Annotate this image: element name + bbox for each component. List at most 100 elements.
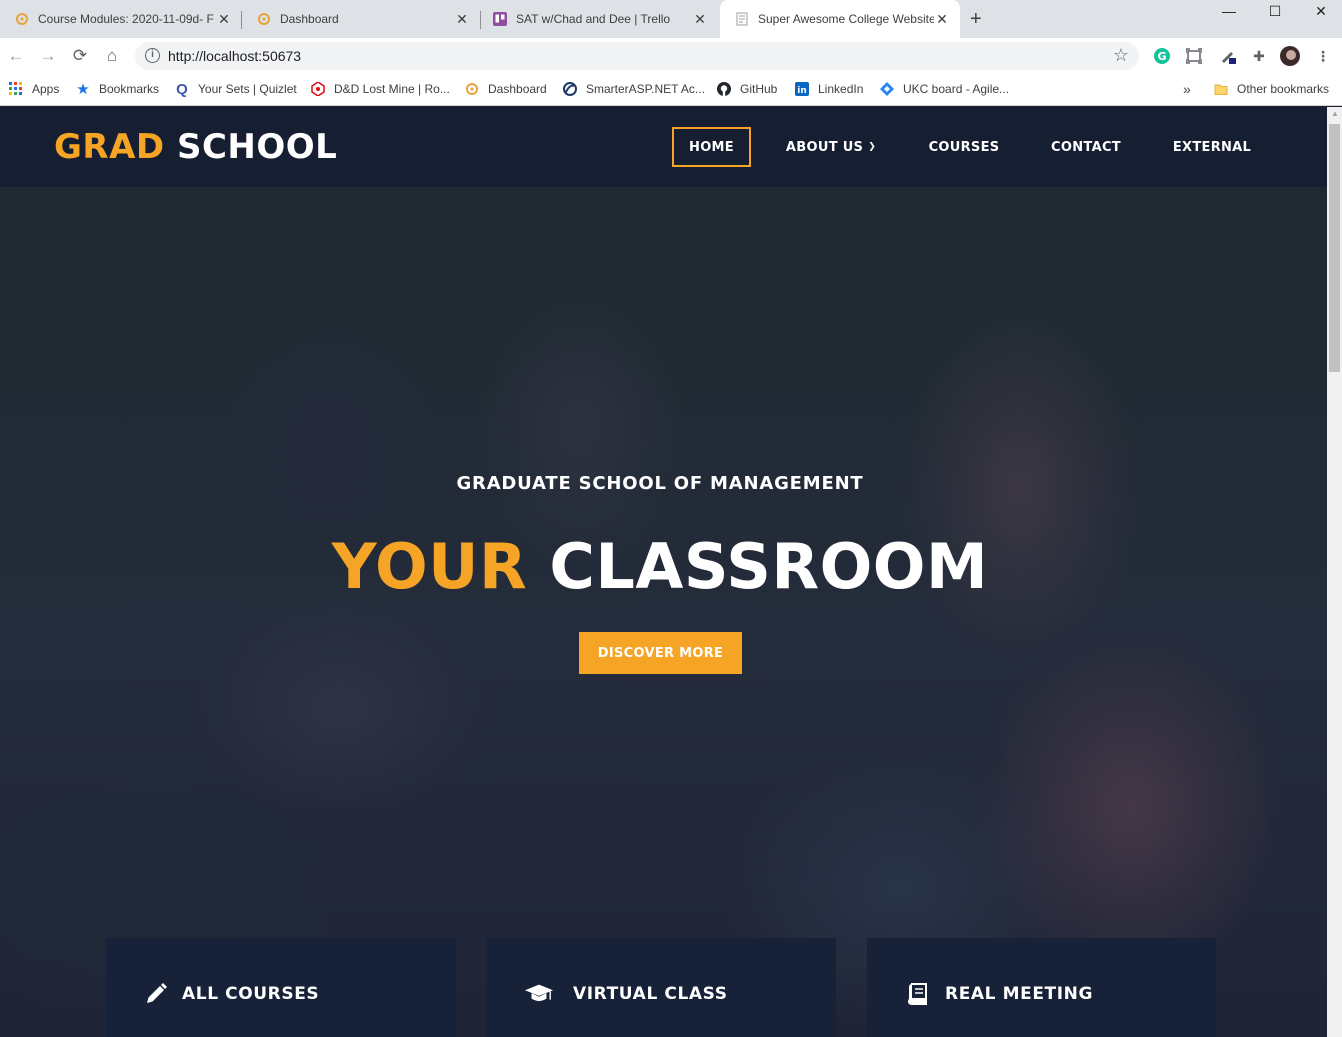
apps-grid-icon bbox=[8, 81, 24, 97]
browser-tab-strip: Course Modules: 2020-11-09d- F ✕ Dashboa… bbox=[0, 0, 1342, 38]
bookmark-label: Your Sets | Quizlet bbox=[198, 82, 297, 96]
page-viewport: GRAD SCHOOL HOME ABOUT US ❯ COURSES CONT… bbox=[0, 107, 1327, 1037]
jira-icon bbox=[879, 81, 895, 97]
reload-icon[interactable]: ⟳ bbox=[70, 46, 90, 66]
nav-courses[interactable]: COURSES bbox=[918, 127, 1010, 167]
browser-toolbar: ← → ⟳ ⌂ i http://localhost:50673 ☆ G ✚ ⋮ bbox=[0, 38, 1342, 74]
nav-label: CONTACT bbox=[1051, 139, 1121, 155]
hero-subheading: GRADUATE SCHOOL OF MANAGEMENT bbox=[456, 473, 864, 494]
github-icon bbox=[716, 81, 732, 97]
site-info-icon[interactable]: i bbox=[145, 48, 160, 63]
address-url[interactable]: http://localhost:50673 bbox=[168, 48, 301, 64]
address-bar[interactable]: i http://localhost:50673 ☆ bbox=[135, 42, 1139, 70]
tab-close-icon[interactable]: ✕ bbox=[934, 11, 950, 27]
bookmark-label: SmarterASP.NET Ac... bbox=[586, 82, 705, 96]
nav-label: COURSES bbox=[928, 139, 1000, 155]
trello-favicon-icon bbox=[492, 11, 508, 27]
bookmark-dashboard[interactable]: Dashboard bbox=[464, 81, 547, 97]
pen-extension-icon[interactable] bbox=[1218, 46, 1238, 66]
logo-accent-text: GRAD bbox=[54, 127, 165, 167]
folder-icon bbox=[1213, 81, 1229, 97]
new-tab-plus-icon[interactable]: + bbox=[970, 9, 982, 29]
grammarly-extension-icon[interactable]: G bbox=[1152, 46, 1172, 66]
extensions-puzzle-icon[interactable]: ✚ bbox=[1249, 46, 1269, 66]
bookmark-label: D&D Lost Mine | Ro... bbox=[334, 82, 450, 96]
forward-arrow-icon[interactable]: → bbox=[38, 46, 58, 66]
feature-card-all-courses[interactable]: ALL COURSES bbox=[106, 938, 456, 1037]
browser-tab-trello[interactable]: SAT w/Chad and Dee | Trello ✕ bbox=[478, 0, 718, 38]
feature-card-virtual-class[interactable]: VIRTUAL CLASS bbox=[487, 938, 836, 1037]
bookmark-github[interactable]: GitHub bbox=[716, 81, 777, 97]
bookmark-label: LinkedIn bbox=[818, 82, 864, 96]
canvas-favicon-icon bbox=[14, 11, 30, 27]
graduation-cap-icon bbox=[525, 980, 553, 1008]
nav-contact[interactable]: CONTACT bbox=[1040, 127, 1132, 167]
feature-label: ALL COURSES bbox=[182, 984, 320, 1004]
maximize-icon[interactable]: ☐ bbox=[1252, 2, 1298, 26]
profile-avatar-icon[interactable] bbox=[1280, 46, 1300, 66]
svg-text:G: G bbox=[1157, 50, 1166, 63]
dashboard-icon bbox=[464, 81, 480, 97]
window-close-icon[interactable]: ✕ bbox=[1298, 2, 1342, 26]
quizlet-icon: Q bbox=[176, 80, 188, 98]
headline-accent-text: YOUR bbox=[331, 530, 528, 603]
bookmark-apps[interactable]: Apps bbox=[8, 81, 59, 97]
bookmark-label: Bookmarks bbox=[99, 82, 160, 96]
back-arrow-icon[interactable]: ← bbox=[6, 46, 26, 66]
discover-more-button[interactable]: DISCOVER MORE bbox=[579, 632, 742, 674]
pencil-icon bbox=[142, 980, 170, 1008]
other-bookmarks[interactable]: Other bookmarks bbox=[1213, 81, 1329, 97]
canvas-favicon-icon bbox=[256, 11, 272, 27]
bookmark-bookmarks[interactable]: ★ Bookmarks bbox=[75, 81, 160, 98]
screen-capture-extension-icon[interactable] bbox=[1184, 46, 1204, 66]
tab-title: Dashboard bbox=[280, 12, 339, 26]
minimize-icon[interactable]: — bbox=[1206, 2, 1252, 26]
site-logo[interactable]: GRAD SCHOOL bbox=[54, 129, 337, 165]
home-icon[interactable]: ⌂ bbox=[102, 46, 122, 66]
book-icon bbox=[903, 980, 931, 1008]
bookmark-smarterasp[interactable]: SmarterASP.NET Ac... bbox=[562, 81, 705, 97]
headline-main-text: CLASSROOM bbox=[549, 530, 989, 603]
page-favicon-icon bbox=[734, 11, 750, 27]
bookmark-label: Apps bbox=[32, 82, 60, 96]
scrollbar-thumb[interactable] bbox=[1329, 124, 1340, 372]
bookmark-quizlet[interactable]: Q Your Sets | Quizlet bbox=[174, 80, 297, 98]
browser-tab-course-modules[interactable]: Course Modules: 2020-11-09d- F ✕ bbox=[0, 0, 242, 38]
bookmark-label: Other bookmarks bbox=[1237, 82, 1330, 96]
nav-external[interactable]: EXTERNAL bbox=[1162, 127, 1262, 167]
bookmark-dnd[interactable]: D&D Lost Mine | Ro... bbox=[310, 81, 450, 97]
linkedin-icon: in bbox=[794, 81, 810, 97]
chevron-down-icon: ❯ bbox=[868, 142, 877, 152]
bookmark-label: GitHub bbox=[740, 82, 778, 96]
dnd-icon bbox=[310, 81, 326, 97]
feature-label: VIRTUAL CLASS bbox=[573, 984, 728, 1004]
hero-headline: YOUR CLASSROOM bbox=[0, 527, 1320, 607]
smarterasp-icon bbox=[562, 81, 578, 97]
page-scrollbar[interactable]: ▲ bbox=[1327, 107, 1342, 1037]
nav-about-us[interactable]: ABOUT US ❯ bbox=[778, 127, 884, 167]
bookmark-label: UKC board - Agile... bbox=[903, 82, 1010, 96]
feature-card-real-meeting[interactable]: REAL MEETING bbox=[867, 938, 1216, 1037]
browser-tab-dashboard[interactable]: Dashboard ✕ bbox=[242, 0, 480, 38]
star-icon: ★ bbox=[76, 81, 90, 98]
browser-tab-college-website[interactable]: Super Awesome College Website ✕ bbox=[720, 0, 960, 38]
bookmarks-bar: Apps ★ Bookmarks Q Your Sets | Quizlet D… bbox=[0, 74, 1342, 106]
tab-close-icon[interactable]: ✕ bbox=[692, 11, 708, 27]
svg-text:in: in bbox=[797, 86, 807, 96]
nav-label: ABOUT US bbox=[785, 139, 864, 155]
bookmark-label: Dashboard bbox=[488, 82, 547, 96]
bookmarks-overflow-chevron-icon[interactable]: » bbox=[1183, 81, 1191, 97]
nav-home[interactable]: HOME bbox=[672, 127, 751, 167]
bookmark-ukc-board[interactable]: UKC board - Agile... bbox=[879, 81, 1009, 97]
tab-title: Super Awesome College Website bbox=[758, 12, 934, 26]
logo-main-text: SCHOOL bbox=[176, 127, 338, 167]
bookmark-linkedin[interactable]: in LinkedIn bbox=[794, 81, 863, 97]
scroll-up-arrow-icon[interactable]: ▲ bbox=[1331, 109, 1339, 118]
feature-label: REAL MEETING bbox=[945, 984, 1094, 1004]
bookmark-star-icon[interactable]: ☆ bbox=[1113, 45, 1129, 66]
nav-label: EXTERNAL bbox=[1172, 139, 1252, 155]
tab-title: Course Modules: 2020-11-09d- F bbox=[38, 12, 214, 26]
browser-menu-icon[interactable]: ⋮ bbox=[1313, 46, 1333, 66]
tab-close-icon[interactable]: ✕ bbox=[454, 11, 470, 27]
tab-close-icon[interactable]: ✕ bbox=[216, 11, 232, 27]
